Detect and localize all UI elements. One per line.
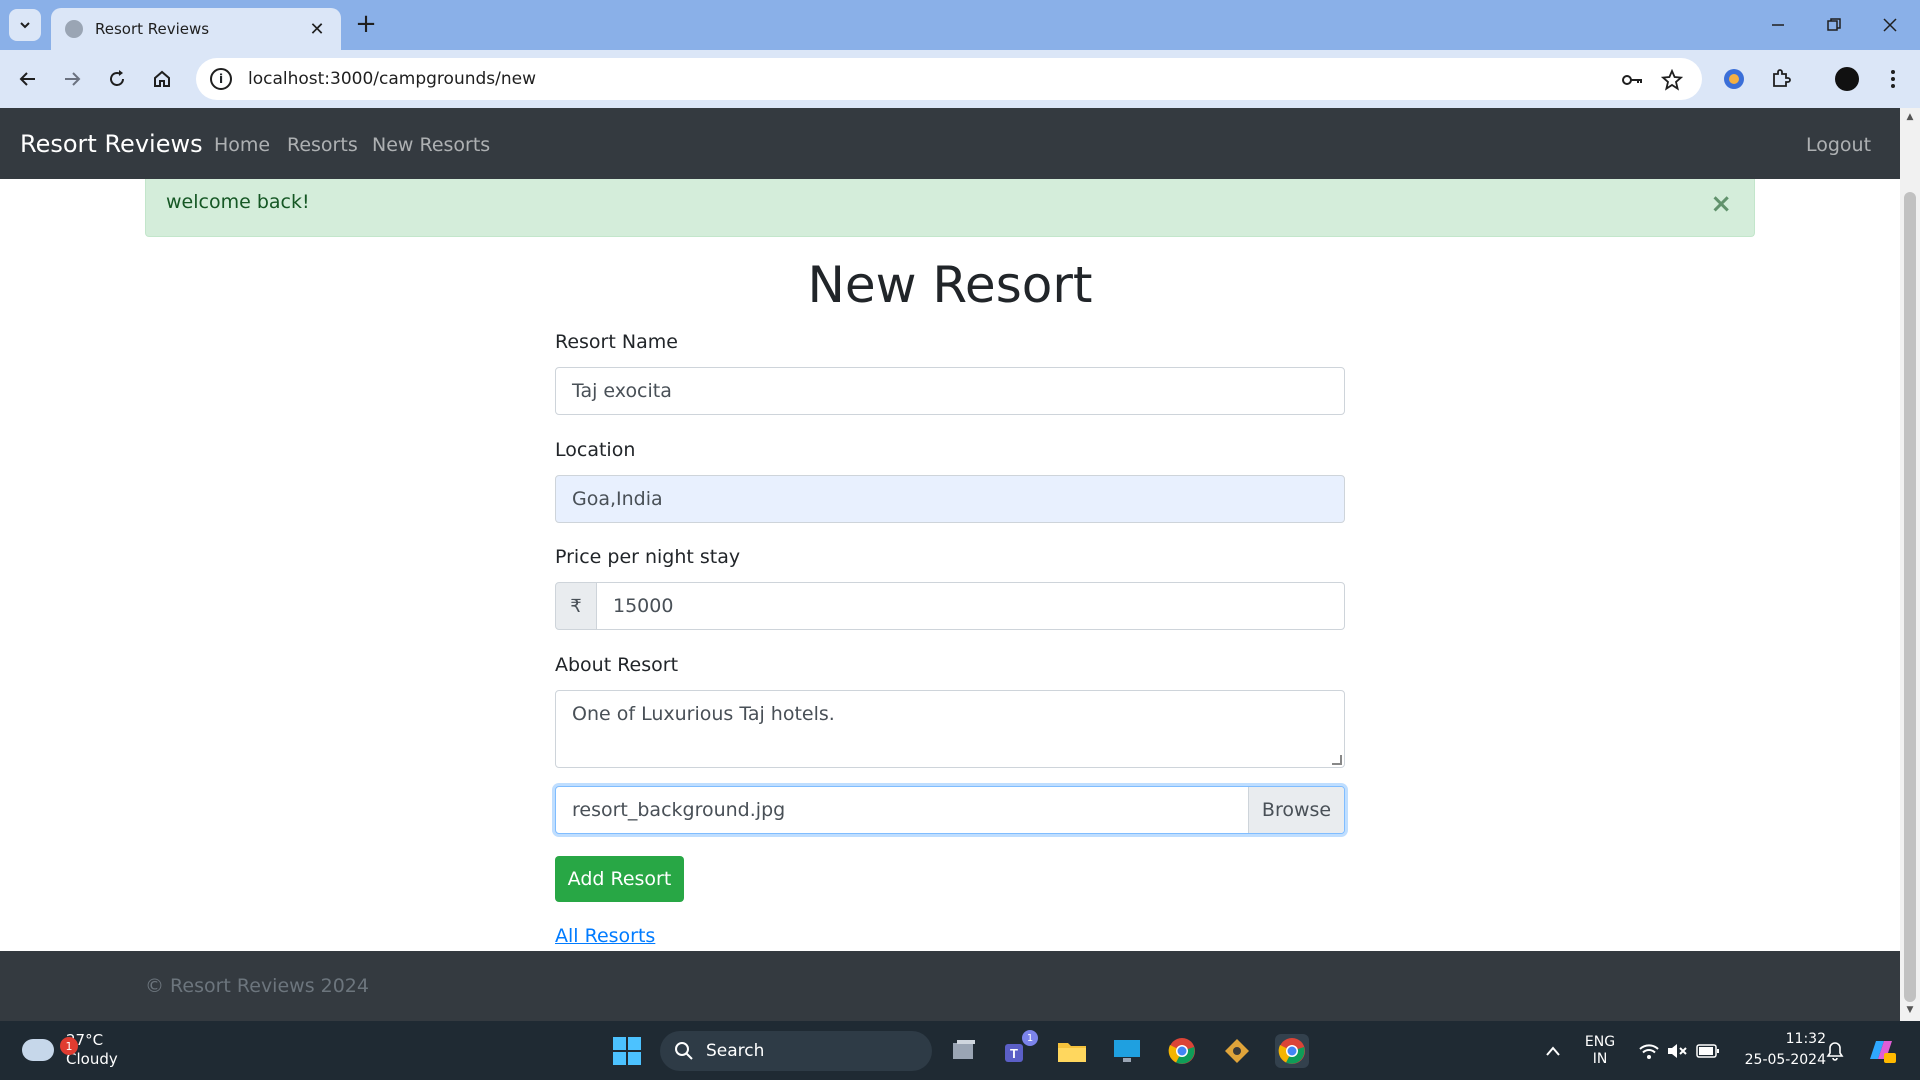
bookmark-star-icon[interactable] [1660, 68, 1684, 92]
new-tab-button[interactable]: + [352, 11, 380, 39]
chrome-active-icon[interactable] [1275, 1034, 1309, 1068]
teams-badge: 1 [1022, 1030, 1038, 1046]
tab-search-button[interactable] [9, 9, 41, 41]
resize-handle-icon[interactable] [1332, 755, 1342, 765]
add-resort-button[interactable]: Add Resort [555, 856, 684, 902]
home-button[interactable] [144, 61, 180, 97]
about-label: About Resort [555, 654, 679, 676]
speaker-muted-icon[interactable] [1664, 1021, 1690, 1080]
success-alert: welcome back! × [145, 179, 1755, 237]
chevron-down-icon [20, 22, 30, 29]
minimize-button[interactable] [1750, 0, 1806, 50]
lang-bottom: IN [1592, 1050, 1608, 1067]
arrow-right-icon [65, 72, 81, 86]
home-icon [154, 70, 170, 87]
all-resorts-link[interactable]: All Resorts [555, 925, 655, 947]
site-navbar: Resort Reviews Home Resorts New Resorts … [0, 108, 1900, 179]
location-input[interactable]: Goa,India [555, 475, 1345, 523]
browser-tab[interactable]: Resort Reviews ✕ [51, 8, 341, 50]
git-app-icon[interactable] [1220, 1034, 1254, 1068]
profile-button[interactable] [1829, 61, 1865, 97]
battery-icon[interactable] [1694, 1021, 1722, 1080]
image-file-input[interactable]: resort_background.jpg Browse [555, 786, 1345, 834]
start-button[interactable] [610, 1034, 644, 1068]
resort-name-label: Resort Name [555, 331, 678, 353]
scroll-down-icon[interactable]: ▼ [1904, 1005, 1916, 1017]
weather-badge: 1 [60, 1037, 78, 1055]
extension-button[interactable] [1716, 61, 1752, 97]
windows-logo-icon [613, 1037, 641, 1065]
clock-time: 11:32 [1785, 1031, 1826, 1047]
url-text: localhost:3000/campgrounds/new [248, 69, 537, 89]
close-icon [1883, 18, 1897, 32]
nav-link-home[interactable]: Home [214, 134, 270, 156]
restore-icon [1827, 18, 1841, 31]
globe-icon [65, 20, 83, 38]
weather-widget[interactable]: 1 27°C Cloudy [22, 1031, 118, 1069]
minimize-icon [1772, 24, 1784, 26]
navbar-brand[interactable]: Resort Reviews [20, 130, 203, 158]
search-icon [675, 1042, 693, 1060]
about-textarea[interactable]: One of Luxurious Taj hotels. [555, 690, 1345, 768]
page-scrollbar[interactable]: ▲ ▼ [1900, 108, 1920, 1021]
search-label: Search [706, 1041, 765, 1061]
footer-copyright: © Resort Reviews 2024 [145, 975, 369, 997]
address-bar[interactable]: i localhost:3000/campgrounds/new [196, 58, 1702, 100]
more-vert-icon [1891, 70, 1895, 88]
reload-icon [110, 70, 124, 86]
avatar [1835, 67, 1859, 91]
file-explorer-icon[interactable] [1055, 1034, 1089, 1068]
restore-button[interactable] [1806, 0, 1862, 50]
copilot-icon[interactable] [1864, 1021, 1898, 1080]
alert-close-icon[interactable]: × [1710, 189, 1732, 219]
page-title: New Resort [807, 256, 1093, 314]
desktop-app-icon[interactable] [1110, 1034, 1144, 1068]
price-input[interactable]: 15000 [596, 582, 1345, 630]
scroll-up-icon[interactable]: ▲ [1904, 112, 1916, 124]
cloud-icon [22, 1039, 54, 1061]
file-name: resort_background.jpg [572, 799, 786, 821]
notification-bell-icon[interactable] [1822, 1021, 1848, 1080]
chevron-up-icon[interactable] [1540, 1021, 1566, 1080]
scrollbar-thumb[interactable] [1904, 192, 1916, 1002]
wifi-icon[interactable] [1636, 1021, 1662, 1080]
lang-top: ENG [1584, 1033, 1616, 1050]
puzzle-icon [1773, 69, 1791, 87]
teams-icon[interactable]: T 1 [1000, 1030, 1038, 1068]
extensions-button[interactable] [1763, 61, 1799, 97]
arrow-left-icon [19, 72, 35, 86]
back-button[interactable] [10, 61, 46, 97]
nav-link-logout[interactable]: Logout [1806, 134, 1871, 156]
tab-close-icon[interactable]: ✕ [307, 19, 327, 40]
language-indicator[interactable]: ENG IN [1578, 1021, 1622, 1080]
location-label: Location [555, 439, 636, 461]
browser-tabstrip: Resort Reviews ✕ + [0, 0, 1920, 50]
nav-link-new-resorts[interactable]: New Resorts [372, 134, 490, 156]
windows-taskbar: 1 27°C Cloudy Search T 1 ENG IN 11:32 25… [0, 1021, 1920, 1080]
close-window-button[interactable] [1862, 0, 1918, 50]
extension-globe-icon [1724, 69, 1744, 89]
rupee-icon: ₹ [555, 582, 597, 630]
site-info-icon[interactable]: i [210, 68, 232, 90]
about-text: One of Luxurious Taj hotels. [572, 703, 835, 725]
menu-button[interactable] [1875, 61, 1911, 97]
clock-date: 25-05-2024 [1744, 1052, 1826, 1068]
site-footer: © Resort Reviews 2024 [0, 951, 1900, 1021]
tab-title: Resort Reviews [95, 20, 210, 38]
alert-message: welcome back! [166, 191, 310, 213]
taskbar-search[interactable]: Search [660, 1031, 932, 1071]
nav-link-resorts[interactable]: Resorts [287, 134, 358, 156]
svg-text:T: T [1010, 1046, 1018, 1061]
reload-button[interactable] [99, 61, 135, 97]
resort-name-input[interactable]: Taj exocita [555, 367, 1345, 415]
browse-button[interactable]: Browse [1248, 787, 1344, 833]
system-clock[interactable]: 11:32 25-05-2024 [1736, 1029, 1826, 1071]
task-view-icon[interactable] [947, 1034, 981, 1068]
password-key-icon[interactable] [1620, 68, 1644, 92]
chrome-icon[interactable] [1165, 1034, 1199, 1068]
forward-button[interactable] [54, 61, 90, 97]
price-label: Price per night stay [555, 546, 741, 568]
